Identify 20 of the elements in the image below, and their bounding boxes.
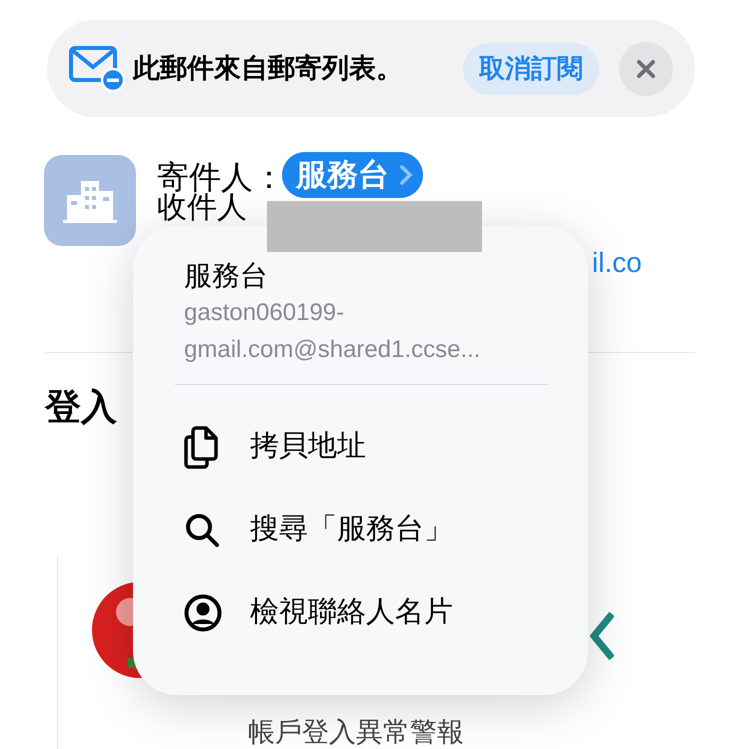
subject-text: 登入 xyxy=(45,385,117,429)
caption-text: 帳戶登入異常警報 xyxy=(248,716,464,748)
copy-icon xyxy=(184,424,220,468)
menu-item[interactable]: 檢視聯絡人名片 xyxy=(184,571,558,654)
to-label: 收件人 xyxy=(157,192,247,224)
address-fragment[interactable]: il.co xyxy=(592,242,642,284)
sender-address-line: gmail.com@shared1.ccse... xyxy=(184,335,482,365)
banner-message: 此郵件來自郵寄列表。 xyxy=(133,52,403,86)
menu-title: 服務台 xyxy=(184,259,269,293)
chevron-mark-icon xyxy=(590,612,614,660)
chevron-right-icon xyxy=(399,164,413,186)
menu-item[interactable]: 搜尋「服務台」 xyxy=(184,488,558,571)
envelope-minus-icon xyxy=(69,46,125,92)
menu-item[interactable]: 拷貝地址 xyxy=(184,405,558,488)
person-circle-icon xyxy=(184,594,222,632)
search-icon xyxy=(184,512,220,548)
sender-address-line: gaston060199- xyxy=(184,298,346,328)
sender-chip[interactable]: 服務台 xyxy=(282,152,423,198)
close-icon xyxy=(636,58,656,78)
building-avatar-icon xyxy=(44,155,136,246)
